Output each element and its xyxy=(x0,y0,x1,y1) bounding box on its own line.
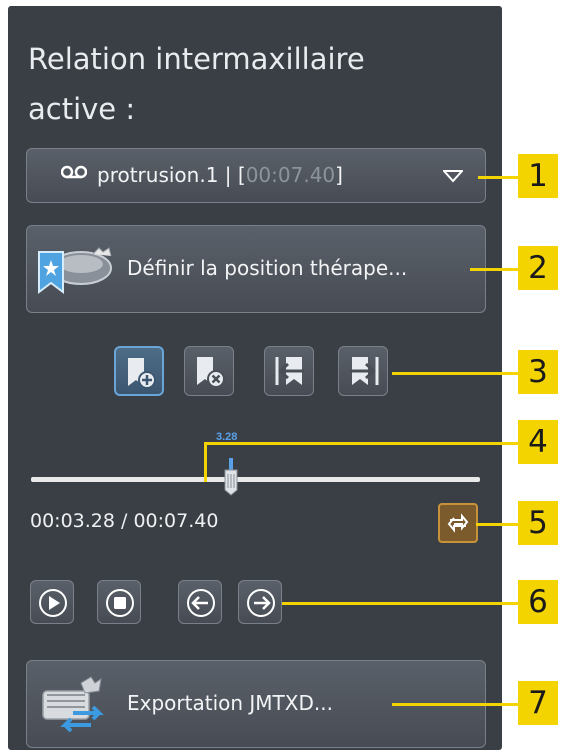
chevron-down-icon xyxy=(441,169,465,188)
stop-button[interactable] xyxy=(97,580,141,624)
play-icon xyxy=(39,589,67,617)
previous-bookmark-button[interactable] xyxy=(264,346,314,396)
callout-line-5 xyxy=(476,523,520,526)
remove-bookmark-button[interactable] xyxy=(184,346,234,396)
arrow-left-icon xyxy=(187,589,215,617)
bookmark-next-icon xyxy=(350,357,379,385)
recording-icon xyxy=(60,165,88,186)
bookmark-prev-icon xyxy=(275,357,304,385)
callout-line-2 xyxy=(470,268,520,271)
callout-3: 3 xyxy=(518,350,558,394)
callout-5: 5 xyxy=(518,501,558,545)
callout-line-4-drop xyxy=(204,442,207,482)
callout-6: 6 xyxy=(518,580,558,624)
export-jmtxd-label: Exportation JMTXD... xyxy=(127,691,333,715)
add-bookmark-button[interactable] xyxy=(114,346,164,396)
set-therapeutic-position-label: Définir la position thérape... xyxy=(127,256,408,280)
step-back-button[interactable] xyxy=(178,580,222,624)
callout-line-7 xyxy=(392,703,520,706)
callout-line-6 xyxy=(282,602,520,605)
next-bookmark-button[interactable] xyxy=(338,346,388,396)
arrow-right-icon xyxy=(247,589,275,617)
dropdown-selected-value: protrusion.1 | [00:07.40] xyxy=(97,163,343,187)
loop-button[interactable] xyxy=(438,503,478,543)
play-button[interactable] xyxy=(30,580,74,624)
bookmark-remove-icon xyxy=(197,357,225,388)
stop-icon xyxy=(106,589,134,617)
timeline-slider[interactable] xyxy=(31,477,480,482)
callout-line-1 xyxy=(478,176,520,179)
step-forward-button[interactable] xyxy=(238,580,282,624)
bracket: ] xyxy=(335,163,343,187)
callout-line-4 xyxy=(204,442,520,445)
callout-2: 2 xyxy=(518,246,558,290)
bookmark-add-icon xyxy=(128,358,156,389)
jaw-bookmark-icon xyxy=(33,238,117,305)
callout-4: 4 xyxy=(518,420,558,464)
loop-icon xyxy=(447,513,469,533)
jaw-relation-dropdown[interactable]: protrusion.1 | [00:07.40] xyxy=(26,148,486,203)
callout-1: 1 xyxy=(518,154,558,198)
callout-line-3 xyxy=(392,372,520,375)
export-icon xyxy=(33,673,117,742)
separator: | [ xyxy=(218,163,246,187)
panel-title: Relation intermaxillaire active : xyxy=(28,42,365,126)
time-readout: 00:03.28 / 00:07.40 xyxy=(30,510,219,532)
callout-7: 7 xyxy=(518,681,558,725)
recording-duration: 00:07.40 xyxy=(245,163,336,187)
slider-thumb[interactable] xyxy=(223,458,239,496)
recording-name: protrusion.1 xyxy=(97,163,219,187)
set-therapeutic-position-button[interactable]: Définir la position thérape... xyxy=(26,225,486,313)
